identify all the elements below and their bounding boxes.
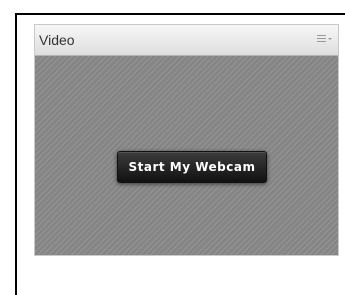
menu-lines-chevron-icon[interactable] — [317, 34, 333, 44]
start-webcam-button[interactable]: Start My Webcam — [117, 151, 267, 183]
video-pod: Video Start My Webcam — [34, 24, 339, 256]
pod-header: Video — [35, 25, 338, 56]
pod-title: Video — [39, 32, 75, 48]
video-display-area: Start My Webcam — [35, 56, 338, 255]
